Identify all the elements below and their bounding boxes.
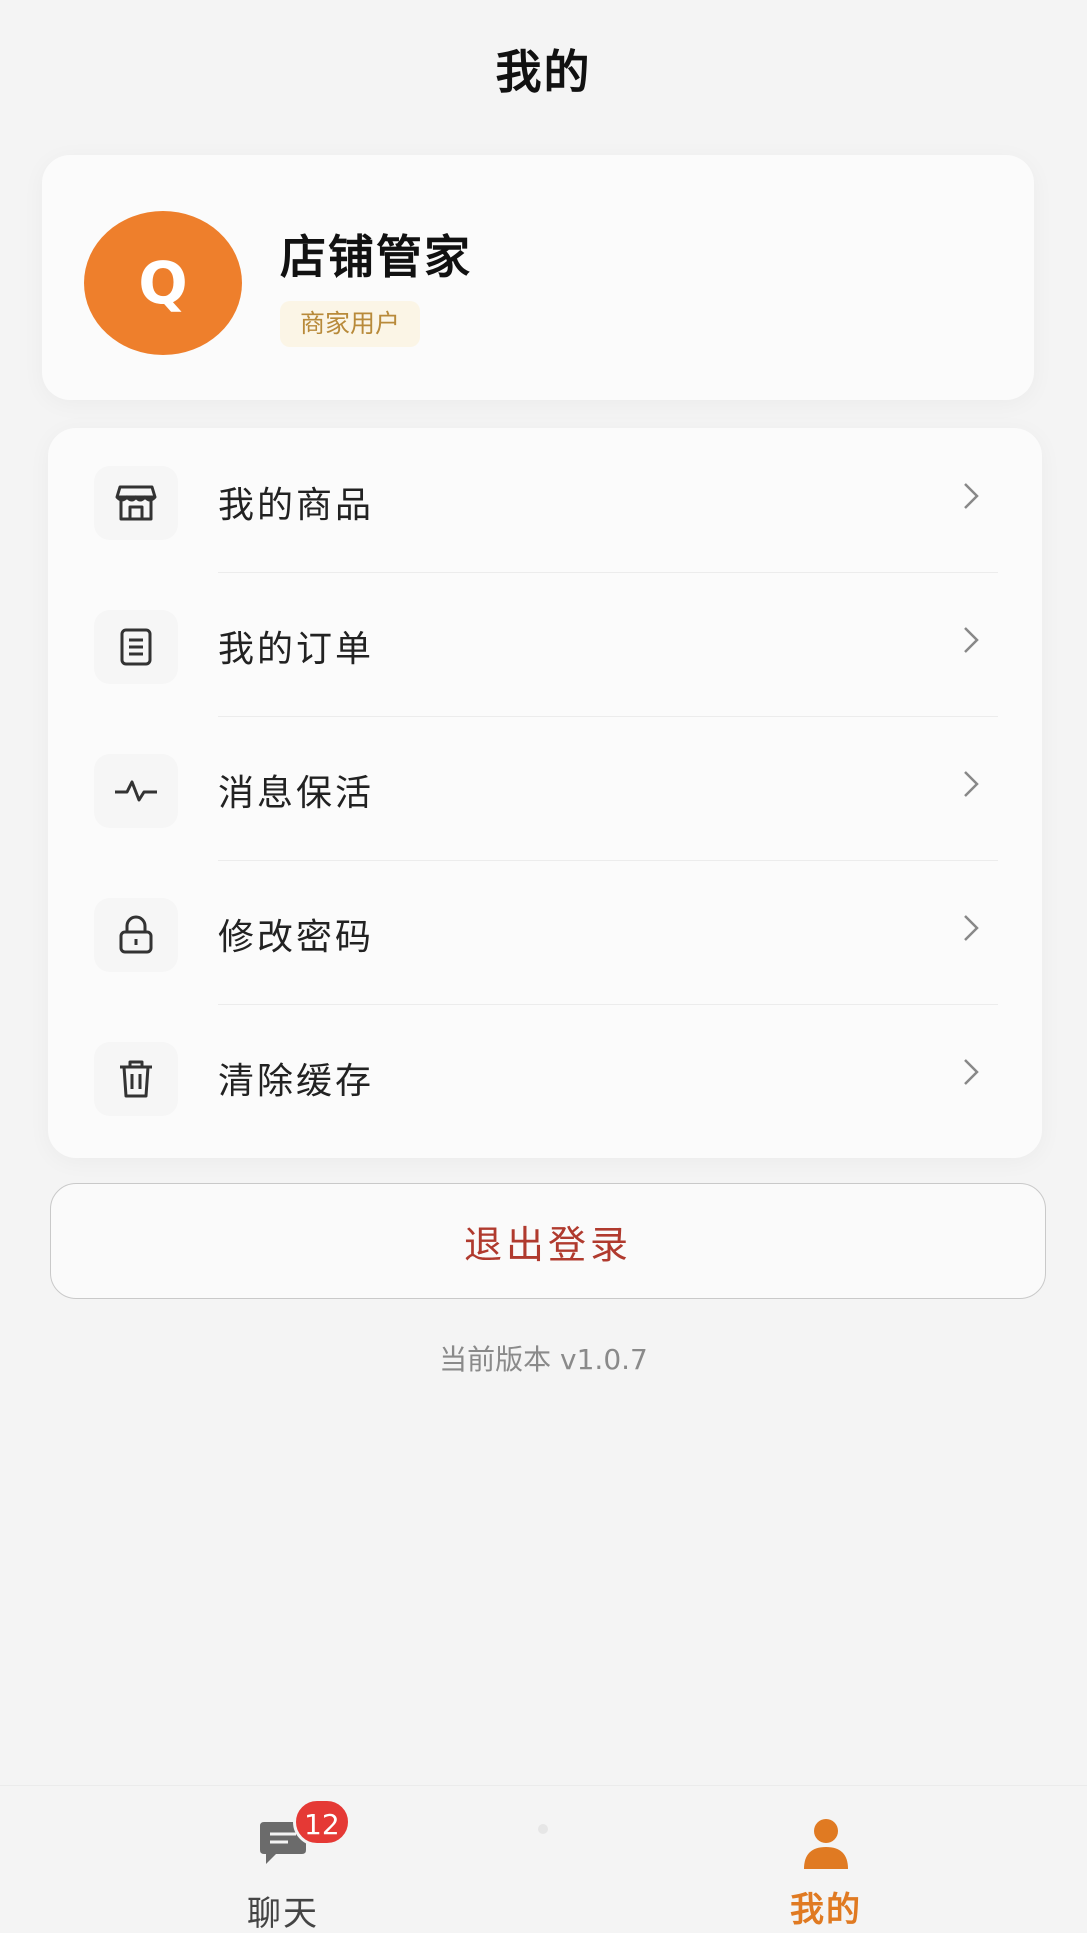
menu-item-clear-cache[interactable]: 清除缓存 bbox=[48, 1004, 1042, 1148]
tab-label: 聊天 bbox=[247, 1894, 319, 1933]
lock-icon bbox=[94, 898, 178, 972]
role-badge: 商家用户 bbox=[280, 301, 421, 347]
menu-item-label: 修改密码 bbox=[218, 917, 375, 958]
menu-item-my-products[interactable]: 我的商品 bbox=[48, 428, 1042, 572]
page-title: 我的 bbox=[495, 45, 592, 99]
chevron-right-icon bbox=[956, 620, 986, 660]
tab-mine[interactable]: 我的 bbox=[676, 1786, 976, 1933]
version-text: 当前版本 v1.0.7 bbox=[439, 1343, 648, 1376]
chevron-right-icon bbox=[956, 476, 986, 516]
menu-item-message-keepalive[interactable]: 消息保活 bbox=[48, 716, 1042, 860]
menu-item-change-password[interactable]: 修改密码 bbox=[48, 860, 1042, 1004]
document-icon bbox=[94, 610, 178, 684]
tab-chat[interactable]: 12 聊天 bbox=[133, 1786, 433, 1933]
bottom-tab-bar: 12 聊天 我的 bbox=[0, 1785, 1087, 1933]
menu-item-label: 我的商品 bbox=[218, 485, 375, 526]
menu-card: 我的商品 我的订单 消息保活 修改密码 清除缓存 bbox=[48, 428, 1042, 1158]
chevron-right-icon bbox=[956, 908, 986, 948]
profile-page: 我的 Q 店铺管家 商家用户 我的商品 我的订单 消息保活 修改密码 清除缓存 … bbox=[0, 0, 1087, 1933]
menu-item-label: 清除缓存 bbox=[218, 1061, 375, 1102]
person-icon bbox=[796, 1814, 856, 1874]
shop-name: 店铺管家 bbox=[280, 230, 472, 284]
menu-item-my-orders[interactable]: 我的订单 bbox=[48, 572, 1042, 716]
page-indicator-dot bbox=[538, 1824, 548, 1834]
tab-label: 我的 bbox=[790, 1890, 862, 1930]
chevron-right-icon bbox=[956, 764, 986, 804]
chevron-right-icon bbox=[956, 1052, 986, 1092]
pulse-icon bbox=[94, 754, 178, 828]
menu-item-label: 消息保活 bbox=[218, 773, 375, 814]
logout-button[interactable]: 退出登录 bbox=[50, 1183, 1046, 1299]
trash-icon bbox=[94, 1042, 178, 1116]
unread-count-badge: 12 bbox=[293, 1798, 351, 1846]
storefront-icon bbox=[94, 466, 178, 540]
avatar-letter: Q bbox=[138, 249, 188, 317]
avatar[interactable]: Q bbox=[84, 211, 242, 355]
menu-item-label: 我的订单 bbox=[218, 629, 375, 670]
profile-card[interactable]: Q 店铺管家 商家用户 bbox=[42, 155, 1034, 400]
